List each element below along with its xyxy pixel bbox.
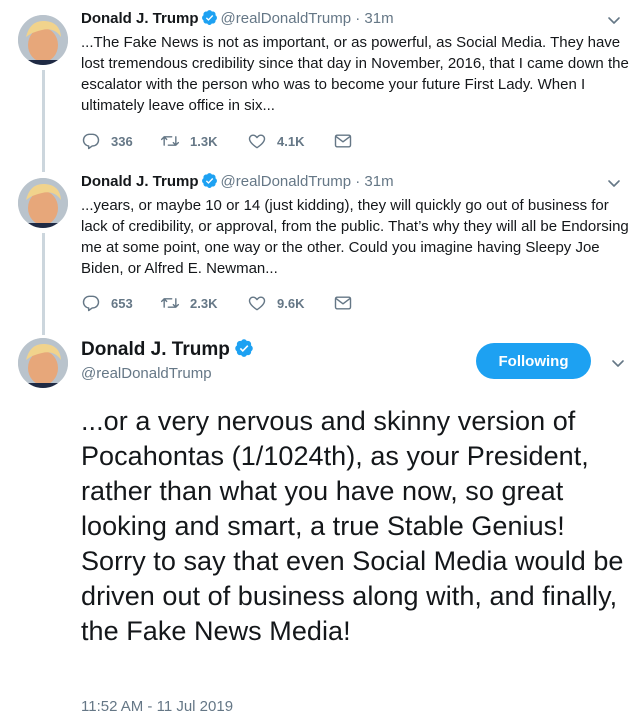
reply-button[interactable]: 653 [81,293,160,313]
avatar[interactable] [18,15,68,65]
retweet-count: 2.3K [190,295,218,311]
separator: · [355,173,361,190]
retweet-button[interactable]: 2.3K [160,293,247,313]
retweet-icon [160,136,180,146]
author-name[interactable]: Donald J. Trump [81,10,199,27]
chevron-down-icon[interactable] [610,355,626,371]
retweet-button[interactable]: 1.3K [160,131,247,151]
tweet-header: Donald J. Trump @realDonaldTrump · 31m [81,9,394,29]
like-count: 4.1K [277,133,305,149]
author-name[interactable]: Donald J. Trump [81,339,230,360]
heart-icon [248,134,266,149]
separator: · [355,10,361,27]
verified-badge-icon [201,173,217,189]
author-handle[interactable]: @realDonaldTrump [221,173,352,190]
chevron-down-icon[interactable] [606,12,622,28]
tweet-text: ...The Fake News is not as important, or… [81,34,629,114]
retweet-count: 1.3K [190,133,218,149]
retweet-icon [160,298,180,308]
following-button[interactable]: Following [476,343,591,379]
reply-icon [82,295,100,312]
envelope-icon [334,296,352,310]
author-handle[interactable]: @realDonaldTrump [81,365,212,382]
like-button[interactable]: 4.1K [247,131,333,151]
like-button[interactable]: 9.6K [247,293,333,313]
reply-count: 336 [111,133,133,149]
chevron-down-icon[interactable] [606,175,622,191]
author-name-row: Donald J. Trump [81,338,257,362]
dm-button[interactable] [333,131,363,151]
tweet-text: ...years, or maybe 10 or 14 (just kiddin… [81,197,629,277]
avatar[interactable] [18,178,68,228]
thread-line [42,233,45,335]
tweet-actions: 653 2.3K 9.6K [81,293,363,313]
author-name[interactable]: Donald J. Trump [81,173,199,190]
reply-count: 653 [111,295,133,311]
tweet-time[interactable]: 31m [364,173,393,190]
tweet-header: Donald J. Trump @realDonaldTrump · 31m [81,172,394,192]
envelope-icon [334,134,352,148]
author-handle[interactable]: @realDonaldTrump [221,10,352,27]
dm-button[interactable] [333,293,363,313]
tweet-actions: 336 1.3K 4.1K [81,131,363,151]
avatar[interactable] [18,338,68,388]
like-count: 9.6K [277,295,305,311]
verified-badge-icon [201,10,217,26]
heart-icon [248,296,266,311]
tweet-timestamp[interactable]: 11:52 AM - 11 Jul 2019 [81,698,233,715]
thread-line [42,70,45,172]
main-tweet-text: ...or a very nervous and skinny version … [81,406,624,646]
reply-button[interactable]: 336 [81,131,160,151]
reply-icon [82,133,100,150]
tweet-time[interactable]: 31m [364,10,393,27]
verified-badge-icon [235,339,253,357]
